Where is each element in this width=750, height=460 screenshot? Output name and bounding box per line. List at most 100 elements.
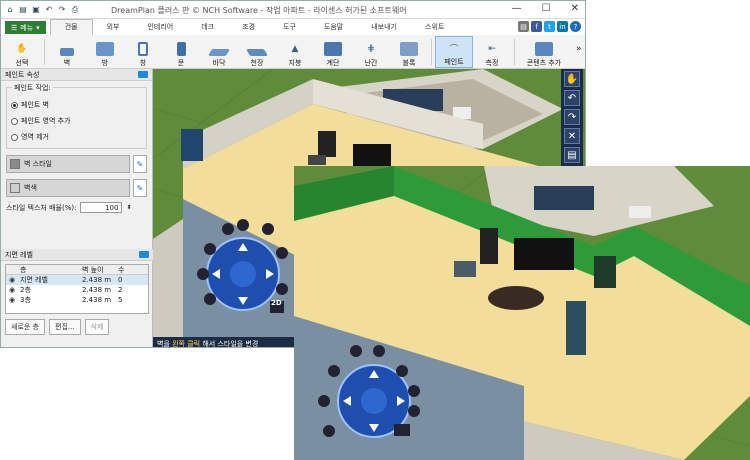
tool-door[interactable]: 문 (162, 36, 200, 68)
tool-label: 천장 (250, 59, 264, 67)
table-row[interactable]: ◉ 3층 2.438 m 5 (6, 295, 148, 305)
tab-help[interactable]: 도움말 (310, 20, 357, 35)
eye-icon[interactable]: ◉ (6, 286, 18, 294)
redo-icon[interactable]: ↷ (57, 5, 67, 15)
ceiling-icon (245, 49, 269, 56)
pan-hand-icon[interactable]: ✋ (564, 71, 580, 87)
tool-label: 블록 (402, 59, 416, 67)
floor-icon (207, 49, 231, 56)
column-header: 벽 높이 (82, 265, 104, 274)
tab-exterior[interactable]: 외부 (93, 20, 134, 35)
tool-stairs[interactable]: 계단 (314, 36, 352, 68)
facebook-icon[interactable]: f (531, 21, 542, 32)
edit-level-button[interactable]: 편집... (49, 319, 81, 335)
scale-input[interactable]: 100 (80, 202, 123, 213)
help-icon[interactable]: ? (570, 21, 581, 32)
measure-icon: ⇤ (488, 44, 496, 54)
tool-block[interactable]: 블록 (390, 36, 428, 68)
table-row[interactable]: ◉ 지면 레벨 2.438 m 0 (6, 275, 148, 285)
color-label: 벽색 (24, 184, 37, 192)
tab-suite[interactable]: 스위트 (411, 20, 458, 35)
delete-icon[interactable]: ✕ (564, 128, 580, 144)
tool-label: 지붕 (288, 59, 302, 67)
delete-level-button[interactable]: 삭제 (84, 319, 110, 335)
scale-label: 스타일 텍스처 배율(%): (6, 203, 77, 212)
tool-floor[interactable]: 바닥 (200, 36, 238, 68)
wall-color-selector[interactable]: 벽색 (6, 179, 130, 197)
table-header: 층 벽 높이 수 (6, 265, 148, 275)
add-content-icon (535, 42, 553, 56)
tool-select[interactable]: ✋ 선택 (3, 36, 41, 68)
status-highlight: 왼쪽 클릭 (172, 340, 201, 348)
status-text: 벽을 (157, 340, 173, 348)
tool-measure[interactable]: ⇤ 측정 (473, 36, 511, 68)
eyedropper-icon[interactable]: ✎ (133, 155, 147, 173)
panel-title: 페인트 속성 (5, 70, 40, 79)
minimize-button[interactable]: — (512, 3, 522, 14)
2d-toggle-button[interactable]: 2D (271, 299, 282, 307)
radio-dot (11, 117, 18, 125)
tab-export[interactable]: 내보내기 (357, 20, 411, 35)
block-icon (400, 42, 418, 56)
panel-title: 지면 레벨 (5, 250, 33, 259)
tool-roof[interactable]: ▲ 지붕 (276, 36, 314, 68)
tab-interior[interactable]: 인테리어 (133, 20, 187, 35)
tool-railing[interactable]: ⋕ 난간 (352, 36, 390, 68)
camera-icon[interactable] (139, 251, 149, 258)
tab-tools[interactable]: 도구 (269, 20, 310, 35)
tab-deck[interactable]: 데크 (187, 20, 228, 35)
tool-window[interactable]: 창 (124, 36, 162, 68)
tool-wall[interactable]: 벽 (48, 36, 86, 68)
tool-ceiling[interactable]: 천장 (238, 36, 276, 68)
open-icon[interactable]: ▤ (18, 5, 28, 15)
levels-panel: 지면 레벨 층 벽 높이 수 ◉ 지면 레벨 2.438 m 0 ◉ 2층 2.… (1, 249, 153, 340)
radio-paint-wall[interactable]: 페인트 벽 (11, 100, 142, 110)
eye-icon[interactable]: ◉ (6, 296, 18, 304)
undo-icon[interactable]: ↶ (44, 5, 54, 15)
style-label: 벽 스타일 (24, 160, 52, 168)
more-tools-button[interactable]: » (576, 44, 582, 54)
preview-render (294, 166, 750, 460)
tool-add-content[interactable]: 콘텐츠 추가 (518, 36, 570, 68)
tool-label: 측정 (485, 59, 499, 67)
linkedin-icon[interactable]: in (557, 21, 568, 32)
tool-paint[interactable]: ⌒ 페인트 (435, 36, 473, 68)
close-button[interactable]: ✕ (571, 3, 579, 14)
eyedropper-icon[interactable]: ✎ (133, 179, 147, 197)
tool-label: 난간 (364, 59, 378, 67)
redo-icon[interactable]: ↷ (564, 109, 580, 125)
tab-building[interactable]: 건물 (49, 19, 93, 35)
radio-add-paint-area[interactable]: 페인트 영역 추가 (11, 116, 142, 126)
paint-icon: ⌒ (449, 44, 459, 55)
level-height: 2.438 m (82, 276, 112, 284)
save-icon[interactable]: ▣ (31, 5, 41, 15)
level-count: 2 (118, 286, 123, 294)
wall-style-selector[interactable]: 벽 스타일 (6, 155, 130, 173)
tool-label: 페인트 (444, 58, 464, 66)
maximize-button[interactable]: ☐ (542, 3, 551, 14)
print-icon[interactable]: ⎙ (70, 5, 80, 15)
radio-label: 페인트 영역 추가 (21, 117, 71, 125)
radio-remove-area[interactable]: 영역 제거 (11, 132, 142, 142)
app-icon: ⌂ (7, 5, 13, 14)
level-name: 3층 (20, 296, 31, 304)
tool-room[interactable]: 방 (86, 36, 124, 68)
new-level-button[interactable]: 새로운 층 (5, 319, 45, 335)
eye-icon[interactable]: ◉ (6, 276, 18, 284)
twitter-icon[interactable]: t (544, 21, 555, 32)
main-menu-button[interactable]: ☰ 메뉴 ▾ (5, 21, 46, 34)
social-icon[interactable]: ▤ (518, 21, 529, 32)
radio-dot (11, 101, 18, 109)
tool-label: 문 (177, 59, 185, 67)
stairs-icon (324, 42, 342, 56)
quick-access-toolbar: ⌂ ▤ ▣ ↶ ↷ ⎙ (1, 5, 80, 15)
levels-table: 층 벽 높이 수 ◉ 지면 레벨 2.438 m 0 ◉ 2층 2.438 m … (5, 264, 149, 314)
style-swatch (10, 159, 20, 169)
undo-icon[interactable]: ↶ (564, 90, 580, 106)
camera-icon[interactable] (138, 71, 148, 78)
spinner-icon[interactable]: ⬍ (126, 204, 131, 211)
document-icon[interactable]: ▤ (564, 147, 580, 163)
table-row[interactable]: ◉ 2층 2.438 m 2 (6, 285, 148, 295)
tool-label: 벽 (63, 59, 71, 67)
tab-landscape[interactable]: 조경 (228, 20, 269, 35)
